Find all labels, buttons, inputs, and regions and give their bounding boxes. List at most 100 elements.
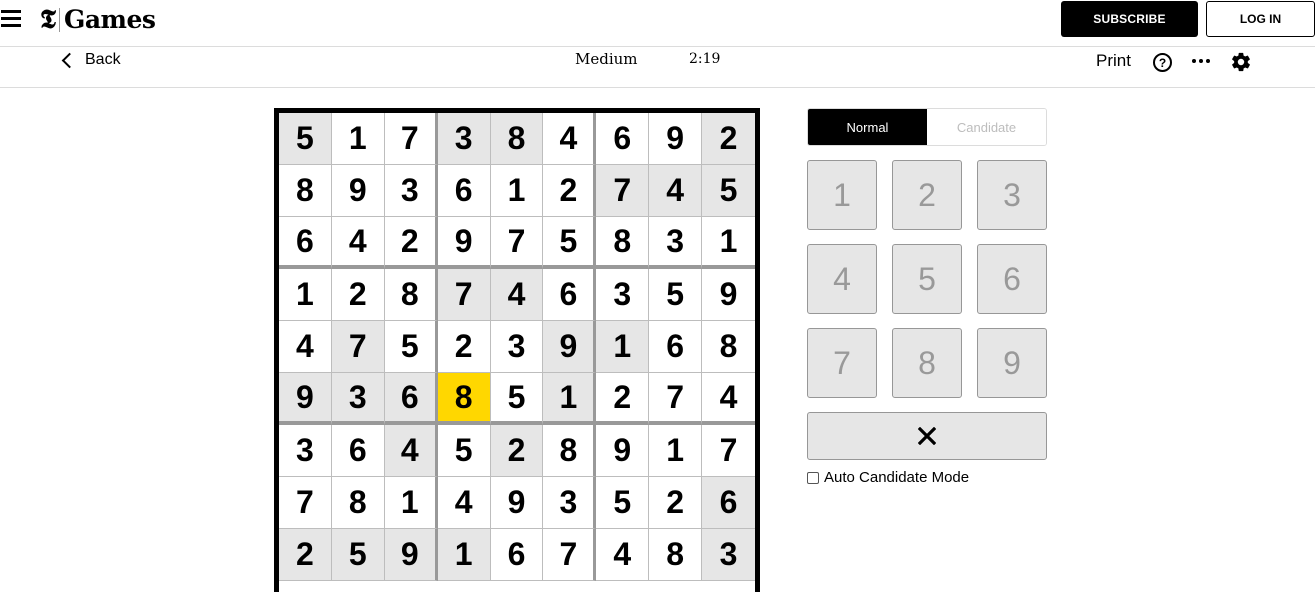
sudoku-cell[interactable]: 1 [331,113,385,165]
nyt-games-logo[interactable]: 𝕿 Games [40,3,156,37]
sudoku-cell[interactable]: 9 [384,529,438,581]
sudoku-cell[interactable]: 4 [596,529,650,581]
sudoku-cell[interactable]: 9 [331,165,385,217]
sudoku-cell[interactable]: 1 [490,165,544,217]
sudoku-cell[interactable]: 3 [543,477,597,529]
sudoku-cell[interactable]: 4 [331,217,385,269]
sudoku-cell[interactable]: 4 [384,425,438,477]
sudoku-cell[interactable]: 6 [490,529,544,581]
sudoku-cell[interactable]: 9 [490,477,544,529]
sudoku-cell[interactable]: 1 [437,529,491,581]
sudoku-cell[interactable]: 3 [279,425,332,477]
sudoku-cell[interactable]: 6 [437,165,491,217]
sudoku-cell[interactable]: 6 [702,477,755,529]
sudoku-cell[interactable]: 2 [279,529,332,581]
sudoku-cell[interactable]: 2 [649,477,703,529]
sudoku-cell[interactable]: 5 [437,425,491,477]
sudoku-cell[interactable]: 6 [331,425,385,477]
sudoku-cell[interactable]: 5 [384,321,438,373]
menu-icon[interactable] [1,10,21,28]
sudoku-cell[interactable]: 4 [649,165,703,217]
sudoku-cell[interactable]: 9 [702,269,755,321]
sudoku-cell[interactable]: 7 [649,373,703,425]
candidate-mode-button[interactable]: Candidate [927,109,1046,145]
sudoku-cell[interactable]: 2 [437,321,491,373]
sudoku-cell[interactable]: 7 [437,269,491,321]
sudoku-cell[interactable]: 6 [596,113,650,165]
sudoku-cell[interactable]: 8 [331,477,385,529]
more-options-icon[interactable] [1192,59,1210,63]
sudoku-cell[interactable]: 8 [596,217,650,269]
number-key-5[interactable]: 5 [892,244,962,314]
auto-candidate-checkbox[interactable] [807,471,819,484]
sudoku-cell[interactable]: 7 [596,165,650,217]
sudoku-cell[interactable]: 4 [279,321,332,373]
sudoku-cell[interactable]: 9 [649,113,703,165]
sudoku-cell[interactable]: 8 [384,269,438,321]
sudoku-cell[interactable]: 2 [490,425,544,477]
gear-icon[interactable] [1230,51,1252,73]
sudoku-cell[interactable]: 2 [702,113,755,165]
sudoku-cell[interactable]: 8 [543,425,597,477]
sudoku-cell[interactable]: 8 [649,529,703,581]
number-key-3[interactable]: 3 [977,160,1047,230]
sudoku-cell[interactable]: 9 [543,321,597,373]
login-button[interactable]: LOG IN [1206,1,1315,37]
number-key-6[interactable]: 6 [977,244,1047,314]
sudoku-cell[interactable]: 9 [279,373,332,425]
sudoku-cell[interactable]: 9 [596,425,650,477]
sudoku-cell[interactable]: 5 [596,477,650,529]
number-key-7[interactable]: 7 [807,328,877,398]
number-key-4[interactable]: 4 [807,244,877,314]
sudoku-cell[interactable]: 1 [279,269,332,321]
sudoku-cell[interactable]: 5 [279,113,332,165]
sudoku-cell[interactable]: 8 [279,165,332,217]
sudoku-cell[interactable]: 6 [543,269,597,321]
sudoku-cell[interactable]: 7 [331,321,385,373]
sudoku-cell[interactable]: 2 [543,165,597,217]
back-button[interactable]: Back [60,49,121,71]
sudoku-cell[interactable]: 5 [702,165,755,217]
sudoku-cell[interactable]: 1 [596,321,650,373]
sudoku-cell[interactable]: 3 [702,529,755,581]
sudoku-cell[interactable]: 3 [437,113,491,165]
sudoku-cell[interactable]: 2 [331,269,385,321]
sudoku-cell[interactable]: 3 [490,321,544,373]
sudoku-cell[interactable]: 8 [490,113,544,165]
sudoku-cell[interactable]: 6 [384,373,438,425]
help-icon[interactable]: ? [1153,53,1172,72]
sudoku-cell[interactable]: 1 [649,425,703,477]
number-key-9[interactable]: 9 [977,328,1047,398]
sudoku-cell[interactable]: 1 [384,477,438,529]
timer[interactable]: 2:19 [689,51,720,67]
sudoku-cell[interactable]: 1 [543,373,597,425]
sudoku-cell[interactable]: 8 [437,373,491,425]
sudoku-cell[interactable]: 3 [384,165,438,217]
sudoku-cell[interactable]: 7 [490,217,544,269]
sudoku-cell[interactable]: 7 [702,425,755,477]
print-button[interactable]: Print [1096,51,1131,71]
sudoku-cell[interactable]: 2 [596,373,650,425]
subscribe-button[interactable]: SUBSCRIBE [1061,1,1198,37]
number-key-1[interactable]: 1 [807,160,877,230]
sudoku-cell[interactable]: 4 [490,269,544,321]
sudoku-cell[interactable]: 4 [543,113,597,165]
sudoku-cell[interactable]: 7 [543,529,597,581]
sudoku-cell[interactable]: 3 [596,269,650,321]
sudoku-cell[interactable]: 5 [649,269,703,321]
sudoku-cell[interactable]: 6 [279,217,332,269]
sudoku-cell[interactable]: 4 [437,477,491,529]
sudoku-cell[interactable]: 5 [331,529,385,581]
sudoku-cell[interactable]: 2 [384,217,438,269]
sudoku-cell[interactable]: 3 [331,373,385,425]
sudoku-cell[interactable]: 1 [702,217,755,269]
sudoku-cell[interactable]: 9 [437,217,491,269]
number-key-8[interactable]: 8 [892,328,962,398]
sudoku-cell[interactable]: 4 [702,373,755,425]
sudoku-cell[interactable]: 6 [649,321,703,373]
sudoku-cell[interactable]: 5 [543,217,597,269]
number-key-2[interactable]: 2 [892,160,962,230]
delete-button[interactable] [807,412,1047,460]
normal-mode-button[interactable]: Normal [808,109,927,145]
sudoku-cell[interactable]: 8 [702,321,755,373]
